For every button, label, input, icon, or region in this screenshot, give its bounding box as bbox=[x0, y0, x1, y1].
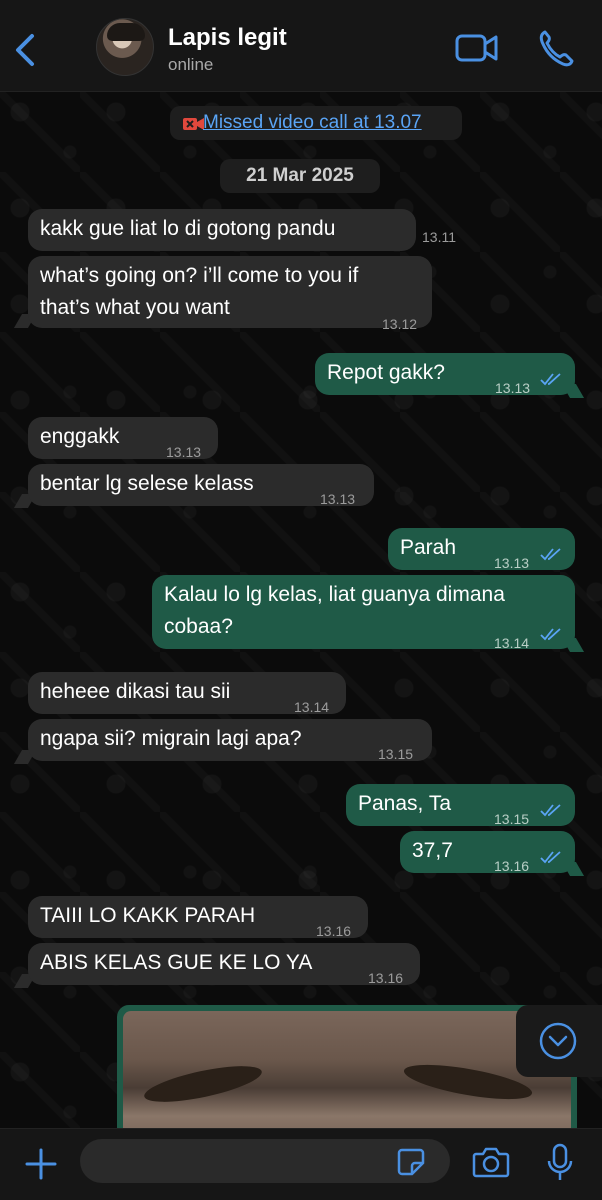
message-outgoing[interactable]: Panas, Ta 13.15 bbox=[346, 784, 575, 827]
message-incoming[interactable]: ABIS KELAS GUE KE LO YA 13.16 bbox=[28, 943, 420, 986]
message-incoming[interactable]: enggakk 13.13 bbox=[28, 417, 218, 460]
contact-name[interactable]: Lapis legit bbox=[168, 24, 287, 52]
voice-record-button[interactable] bbox=[546, 1143, 574, 1183]
microphone-icon bbox=[547, 1143, 573, 1180]
scroll-down-icon bbox=[539, 1022, 577, 1060]
message-time: 13.13 bbox=[320, 491, 356, 507]
message-text-line1: Kalau lo lg kelas, liat guanya dimana bbox=[164, 583, 505, 606]
scroll-to-bottom-button[interactable] bbox=[516, 1005, 602, 1077]
date-separator: 21 Mar 2025 bbox=[220, 159, 380, 193]
message-time: 13.12 bbox=[382, 316, 418, 332]
message-text-line2: that’s what you want bbox=[40, 296, 230, 319]
message-time: 13.11 bbox=[422, 229, 456, 245]
phone-icon bbox=[539, 30, 574, 67]
message-incoming[interactable]: kakk gue liat lo di gotong pandu 13.11 bbox=[28, 209, 416, 251]
back-button[interactable] bbox=[8, 28, 42, 72]
message-text: Panas, Ta bbox=[358, 792, 452, 815]
plus-icon bbox=[25, 1148, 57, 1180]
message-text-line2: cobaa? bbox=[164, 615, 233, 638]
message-time: 13.14 bbox=[494, 635, 530, 651]
sticker-icon bbox=[397, 1148, 425, 1176]
camera-button[interactable] bbox=[472, 1145, 510, 1179]
message-incoming[interactable]: what’s going on? i’ll come to you if tha… bbox=[28, 256, 432, 332]
message-time: 13.16 bbox=[494, 858, 530, 874]
message-text: heheee dikasi tau sii bbox=[40, 680, 231, 703]
video-call-icon bbox=[455, 34, 498, 62]
message-outgoing[interactable]: Kalau lo lg kelas, liat guanya dimana co… bbox=[152, 575, 575, 651]
contact-avatar[interactable] bbox=[96, 18, 154, 76]
message-text: enggakk bbox=[40, 425, 120, 448]
missed-call-notice[interactable]: Missed video call at 13.07 bbox=[170, 106, 462, 140]
photo-image[interactable] bbox=[123, 1011, 571, 1128]
message-text: Repot gakk? bbox=[327, 361, 445, 384]
camera-icon bbox=[472, 1147, 510, 1178]
message-incoming[interactable]: ngapa sii? migrain lagi apa? 13.15 bbox=[28, 719, 432, 762]
message-outgoing[interactable]: Repot gakk? 13.13 bbox=[315, 353, 575, 396]
message-text: ngapa sii? migrain lagi apa? bbox=[40, 727, 302, 750]
video-call-button[interactable] bbox=[455, 30, 499, 66]
sticker-button[interactable] bbox=[396, 1147, 426, 1177]
back-chevron-icon bbox=[16, 34, 34, 66]
chat-header: Lapis legit online bbox=[0, 0, 602, 92]
message-time: 13.15 bbox=[378, 746, 414, 762]
double-check-icon bbox=[540, 373, 561, 386]
missed-call-text[interactable]: Missed video call at 13.07 bbox=[203, 112, 422, 134]
composer-bar bbox=[0, 1128, 602, 1200]
message-time: 13.13 bbox=[495, 380, 531, 396]
contact-status: online bbox=[168, 55, 214, 74]
voice-call-button[interactable] bbox=[537, 28, 575, 68]
double-check-icon bbox=[540, 628, 561, 641]
message-incoming[interactable]: TAIII LO KAKK PARAH 13.16 bbox=[28, 896, 368, 939]
message-incoming[interactable]: heheee dikasi tau sii 13.14 bbox=[28, 672, 346, 715]
message-text-line1: what’s going on? i’ll come to you if bbox=[40, 264, 359, 287]
double-check-icon bbox=[540, 851, 561, 864]
double-check-icon bbox=[540, 548, 561, 561]
message-text: kakk gue liat lo di gotong pandu bbox=[40, 217, 336, 240]
message-text: 37,7 bbox=[412, 839, 453, 862]
message-text: TAIII LO KAKK PARAH bbox=[40, 904, 256, 927]
message-text: ABIS KELAS GUE KE LO YA bbox=[40, 951, 313, 974]
message-outgoing[interactable]: Parah 13.13 bbox=[388, 528, 575, 571]
double-check-icon bbox=[540, 804, 561, 817]
message-outgoing[interactable]: 37,7 13.16 bbox=[400, 831, 575, 874]
missed-video-icon bbox=[183, 118, 204, 130]
chat-area[interactable]: Missed video call at 13.07 21 Mar 2025 k… bbox=[0, 92, 602, 1128]
message-input[interactable] bbox=[80, 1139, 450, 1183]
attach-button[interactable] bbox=[24, 1147, 58, 1181]
message-text: bentar lg selese kelass bbox=[40, 472, 254, 495]
message-incoming[interactable]: bentar lg selese kelass 13.13 bbox=[28, 464, 374, 507]
message-text: Parah bbox=[400, 536, 457, 559]
message-time: 13.16 bbox=[368, 970, 404, 986]
photo-message[interactable] bbox=[117, 1005, 577, 1128]
